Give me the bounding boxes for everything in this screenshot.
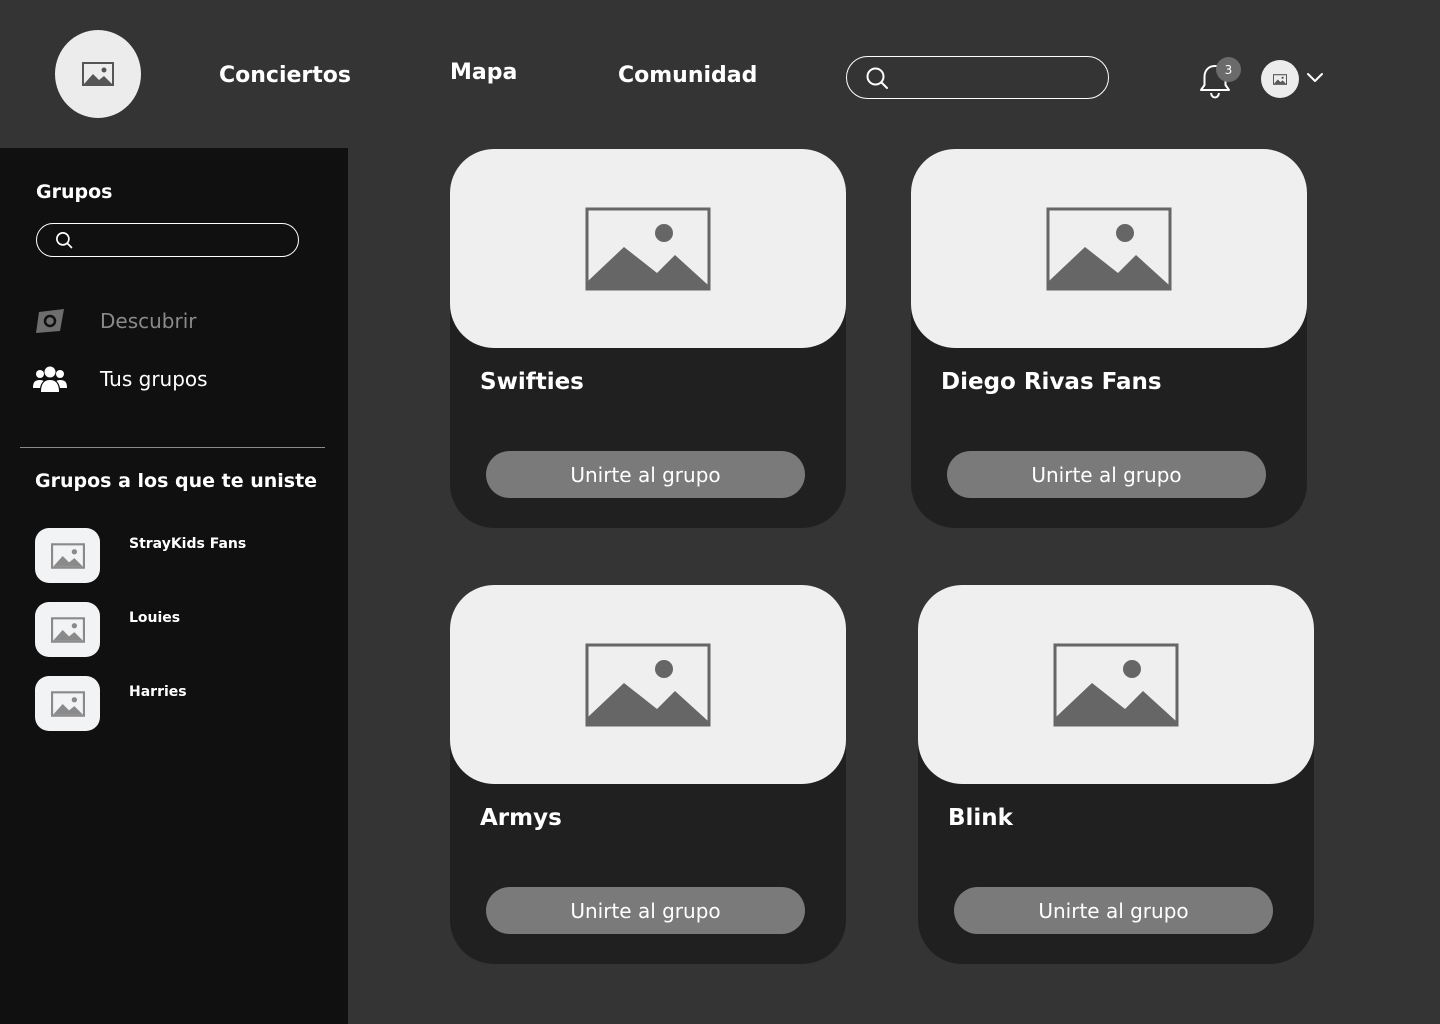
join-group-button[interactable]: Unirte al grupo	[486, 887, 805, 934]
notification-count-badge: 3	[1216, 57, 1241, 82]
group-card[interactable]: Swifties Unirte al grupo	[450, 149, 846, 528]
joined-group-item[interactable]: StrayKids Fans	[35, 528, 325, 584]
group-thumbnail	[35, 602, 100, 657]
group-card-image	[918, 585, 1314, 784]
group-card-image	[450, 149, 846, 348]
joined-group-label: Harries	[129, 684, 187, 700]
group-card-title: Armys	[480, 805, 562, 831]
sidebar-title: Grupos	[36, 181, 113, 203]
header-search-box[interactable]	[846, 56, 1109, 99]
image-placeholder-icon	[50, 542, 85, 569]
joined-group-item[interactable]: Louies	[35, 602, 325, 658]
sidebar-item-tus-grupos[interactable]: Tus grupos	[32, 364, 208, 394]
group-card[interactable]: Blink Unirte al grupo	[918, 585, 1314, 964]
nav-link-mapa[interactable]: Mapa	[450, 60, 517, 85]
group-card-title: Blink	[948, 805, 1013, 831]
nav-link-comunidad[interactable]: Comunidad	[618, 63, 757, 88]
header-search-input[interactable]	[897, 57, 1108, 98]
image-placeholder-icon	[1273, 73, 1287, 85]
sidebar-search-input[interactable]	[81, 224, 298, 256]
joined-groups-title: Grupos a los que te uniste	[35, 470, 318, 492]
logo[interactable]	[55, 30, 141, 118]
user-avatar[interactable]	[1261, 60, 1299, 98]
search-icon	[866, 67, 888, 89]
chevron-down-icon[interactable]	[1305, 70, 1325, 86]
nav-link-conciertos[interactable]: Conciertos	[219, 63, 351, 88]
joined-group-label: StrayKids Fans	[129, 536, 247, 552]
top-navigation: Conciertos Mapa Comunidad 3	[0, 0, 1440, 148]
image-placeholder-icon	[82, 62, 114, 86]
group-card[interactable]: Armys Unirte al grupo	[450, 585, 846, 964]
join-group-button[interactable]: Unirte al grupo	[486, 451, 805, 498]
group-thumbnail	[35, 528, 100, 583]
joined-group-item[interactable]: Harries	[35, 676, 325, 732]
image-placeholder-icon	[585, 643, 711, 726]
group-card[interactable]: Diego Rivas Fans Unirte al grupo	[911, 149, 1307, 528]
image-placeholder-icon	[1053, 643, 1179, 726]
joined-group-label: Louies	[129, 610, 181, 626]
group-card-title: Diego Rivas Fans	[941, 369, 1162, 395]
group-card-image	[450, 585, 846, 784]
sidebar-divider	[20, 447, 325, 448]
sidebar-item-label: Tus grupos	[100, 367, 208, 391]
join-group-button[interactable]: Unirte al grupo	[947, 451, 1266, 498]
image-placeholder-icon	[585, 207, 711, 290]
sidebar: Grupos Descubrir Tus grupos Grupos a los…	[0, 148, 348, 1024]
compass-icon	[32, 306, 68, 336]
users-icon	[32, 364, 68, 394]
group-card-image	[911, 149, 1307, 348]
sidebar-item-descubrir[interactable]: Descubrir	[32, 306, 197, 336]
sidebar-item-label: Descubrir	[100, 309, 197, 333]
image-placeholder-icon	[50, 616, 85, 643]
search-icon	[56, 232, 73, 249]
sidebar-search-box[interactable]	[36, 223, 299, 257]
image-placeholder-icon	[1046, 207, 1172, 290]
group-card-title: Swifties	[480, 369, 584, 395]
join-group-button[interactable]: Unirte al grupo	[954, 887, 1273, 934]
group-thumbnail	[35, 676, 100, 731]
image-placeholder-icon	[50, 690, 85, 717]
